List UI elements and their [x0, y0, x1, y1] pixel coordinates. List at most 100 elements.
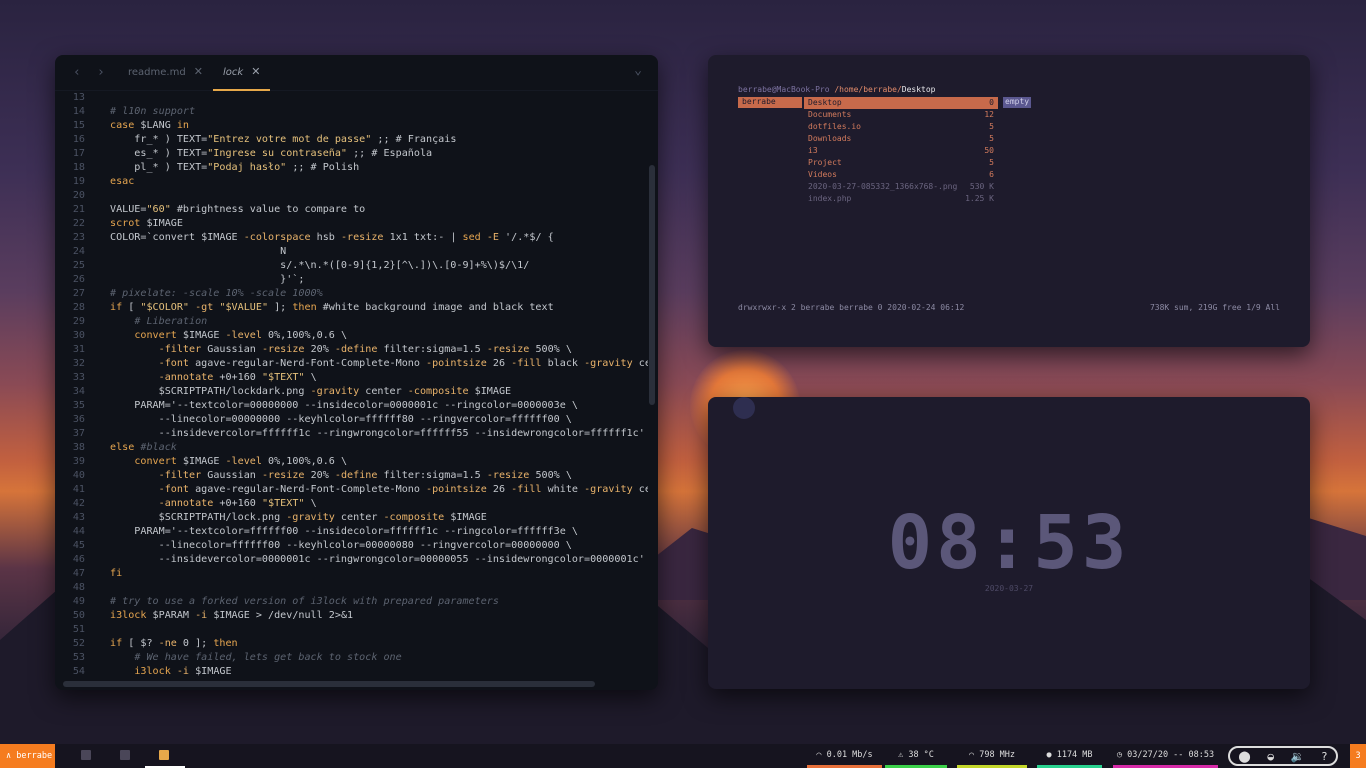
code-line[interactable]: 21 VALUE="60" #brightness value to compar… — [55, 203, 648, 217]
code-line[interactable]: 40 -filter Gaussian -resize 20% -define … — [55, 469, 648, 483]
code-line[interactable]: 47 fi — [55, 567, 648, 581]
code-line[interactable]: 22 scrot $IMAGE — [55, 217, 648, 231]
code-line[interactable]: 44 PARAM='--textcolor=ffffff00 --insidec… — [55, 525, 648, 539]
vertical-scrollbar[interactable] — [649, 165, 655, 405]
workspace-indicator[interactable]: ∧ berrabe — [0, 744, 55, 768]
code-line[interactable]: 24 N — [55, 245, 648, 259]
line-number: 26 — [72, 274, 85, 285]
code-line[interactable]: 54 i3lock -i $IMAGE — [55, 665, 648, 679]
line-text: i3lock $PARAM -i $IMAGE > /dev/null 2>&1 — [110, 610, 354, 621]
code-line[interactable]: 50 i3lock $PARAM -i $IMAGE > /dev/null 2>… — [55, 609, 648, 623]
back-arrow-icon[interactable]: ‹ — [73, 65, 81, 80]
tab-readme[interactable]: readme.md ✕ — [128, 55, 203, 89]
code-line[interactable]: 43 $SCRIPTPATH/lock.png -gravity center … — [55, 511, 648, 525]
bar-module: ⌒ 798 MHz — [957, 744, 1027, 768]
line-number: 43 — [72, 512, 85, 523]
close-icon[interactable]: ✕ — [194, 65, 203, 78]
code-line[interactable]: 16 fr_* ) TEXT="Entrez votre mot de pass… — [55, 133, 648, 147]
code-line[interactable]: 41 -font agave-regular-Nerd-Font-Complet… — [55, 483, 648, 497]
horizontal-scrollbar[interactable] — [63, 681, 595, 687]
line-text: -annotate +0+160 "$TEXT" \ — [158, 372, 317, 383]
line-text: es_* ) TEXT="Ingrese su contraseña" ;; #… — [110, 148, 433, 159]
line-text: i3lock -i $IMAGE — [134, 666, 232, 677]
workspace-3[interactable]: 3 — [1350, 744, 1366, 768]
code-line[interactable]: 52 if [ $? -ne 0 ]; then — [55, 637, 648, 651]
code-line[interactable]: 30 convert $IMAGE -level 0%,100%,0.6 \ — [55, 329, 648, 343]
chevron-down-icon[interactable]: ⌄ — [634, 63, 642, 78]
code-line[interactable]: 49 # try to use a forked version of i3loc… — [55, 595, 648, 609]
code-line[interactable]: 25 s/.*\n.*([0-9]{1,2}[^\.])\.[0-9]+%\)$… — [55, 259, 648, 273]
file-name: Videos — [808, 170, 837, 179]
clock-date: 2020-03-27 — [984, 584, 1034, 593]
file-list-item[interactable]: Project 5 — [804, 157, 998, 169]
file-list-item[interactable]: Videos 6 — [804, 169, 998, 181]
forward-arrow-icon[interactable]: › — [97, 65, 105, 80]
line-number: 34 — [72, 386, 85, 397]
code-line[interactable]: 45 --linecolor=ffffff00 --keyhlcolor=000… — [55, 539, 648, 553]
code-line[interactable]: 46 --insidevercolor=0000001c --ringwrong… — [55, 553, 648, 567]
tab-lock[interactable]: lock ✕ — [213, 55, 271, 91]
line-number: 42 — [72, 498, 85, 509]
file-name: 2020-03-27-085332_1366x768-.png — [808, 182, 958, 191]
code-line[interactable]: 48 — [55, 581, 648, 595]
code-line[interactable]: 13 — [55, 91, 648, 105]
code-line[interactable]: 28 if [ "$COLOR" -gt "$VALUE" ]; then #wh… — [55, 301, 648, 315]
code-line[interactable]: 34 $SCRIPTPATH/lockdark.png -gravity cen… — [55, 385, 648, 399]
file-list-item[interactable]: Downloads 5 — [804, 133, 998, 145]
code-line[interactable]: 51 — [55, 623, 648, 637]
file-list-item[interactable]: 2020-03-27-085332_1366x768-.png 530 K — [804, 181, 998, 193]
status-bar: ∧ berrabe ⌒ 0.01 Mb/s ⚠ 38 °C ⌒ 798 MHz ● 1… — [0, 744, 1366, 768]
file-status: drwxrwxr-x 2 berrabe berrabe 0 2020-02-2… — [738, 303, 965, 312]
line-number: 46 — [72, 554, 85, 565]
code-line[interactable]: 38 else #black — [55, 441, 648, 455]
file-size: 5 — [989, 134, 994, 143]
file-list-item[interactable]: i3 50 — [804, 145, 998, 157]
help-icon[interactable]: ? — [1321, 750, 1328, 763]
file-list-item[interactable]: index.php 1.25 K — [804, 193, 998, 205]
code-line[interactable]: 26 }'`; — [55, 273, 648, 287]
parent-directory[interactable]: berrabe — [738, 97, 802, 108]
code-line[interactable]: 17 es_* ) TEXT="Ingrese su contraseña" ;… — [55, 147, 648, 161]
tab-label: readme.md — [128, 67, 186, 78]
bar-module-label: 1174 MB — [1056, 750, 1093, 760]
code-line[interactable]: 33 -annotate +0+160 "$TEXT" \ — [55, 371, 648, 385]
line-number: 49 — [72, 596, 85, 607]
code-line[interactable]: 14 # l10n support — [55, 105, 648, 119]
editor-app-icon[interactable] — [159, 750, 169, 760]
file-list-item[interactable]: Desktop 0 — [804, 97, 998, 109]
code-line[interactable]: 23 COLOR=`convert $IMAGE -colorspace hsb … — [55, 231, 648, 245]
code-area[interactable]: 13 14 # l10n support 15 case $LANG in 16 fr_*… — [55, 91, 648, 680]
line-text: -filter Gaussian -resize 20% -define fil… — [158, 470, 572, 481]
toggle-icon[interactable]: ⬤ — [1238, 750, 1250, 763]
window-icon[interactable] — [120, 750, 130, 760]
line-number: 20 — [72, 190, 85, 201]
line-number: 22 — [72, 218, 85, 229]
code-line[interactable]: 42 -annotate +0+160 "$TEXT" \ — [55, 497, 648, 511]
line-text: $SCRIPTPATH/lock.png -gravity center -co… — [110, 512, 487, 523]
code-line[interactable]: 27 # pixelate: -scale 10% -scale 1000% — [55, 287, 648, 301]
bar-module: ⌒ 0.01 Mb/s — [807, 744, 882, 768]
file-list-item[interactable]: dotfiles.io 5 — [804, 121, 998, 133]
line-number: 28 — [72, 302, 85, 313]
code-line[interactable]: 15 case $LANG in — [55, 119, 648, 133]
line-text: PARAM='--textcolor=00000000 --insidecolo… — [110, 400, 578, 411]
code-line[interactable]: 18 pl_* ) TEXT="Podaj hasło" ;; # Polish — [55, 161, 648, 175]
code-line[interactable]: 29 # Liberation — [55, 315, 648, 329]
code-line[interactable]: 32 -font agave-regular-Nerd-Font-Complet… — [55, 357, 648, 371]
window-icon[interactable] — [81, 750, 91, 760]
volume-icon[interactable]: 🔉 — [1291, 750, 1305, 763]
code-line[interactable]: 36 --linecolor=00000000 --keyhlcolor=fff… — [55, 413, 648, 427]
file-list-item[interactable]: Documents 12 — [804, 109, 998, 121]
wifi-icon[interactable]: ◒ — [1267, 750, 1274, 763]
code-line[interactable]: 35 PARAM='--textcolor=00000000 --insidec… — [55, 399, 648, 413]
code-line[interactable]: 31 -filter Gaussian -resize 20% -define … — [55, 343, 648, 357]
line-number: 16 — [72, 134, 85, 145]
code-line[interactable]: 39 convert $IMAGE -level 0%,100%,0.6 \ — [55, 455, 648, 469]
code-line[interactable]: 19 esac — [55, 175, 648, 189]
code-line[interactable]: 20 — [55, 189, 648, 203]
line-number: 13 — [72, 92, 85, 103]
close-icon[interactable]: ✕ — [251, 65, 260, 78]
file-size: 6 — [989, 170, 994, 179]
code-line[interactable]: 37 --insidevercolor=ffffff1c --ringwrong… — [55, 427, 648, 441]
code-line[interactable]: 53 # We have failed, lets get back to st… — [55, 651, 648, 665]
